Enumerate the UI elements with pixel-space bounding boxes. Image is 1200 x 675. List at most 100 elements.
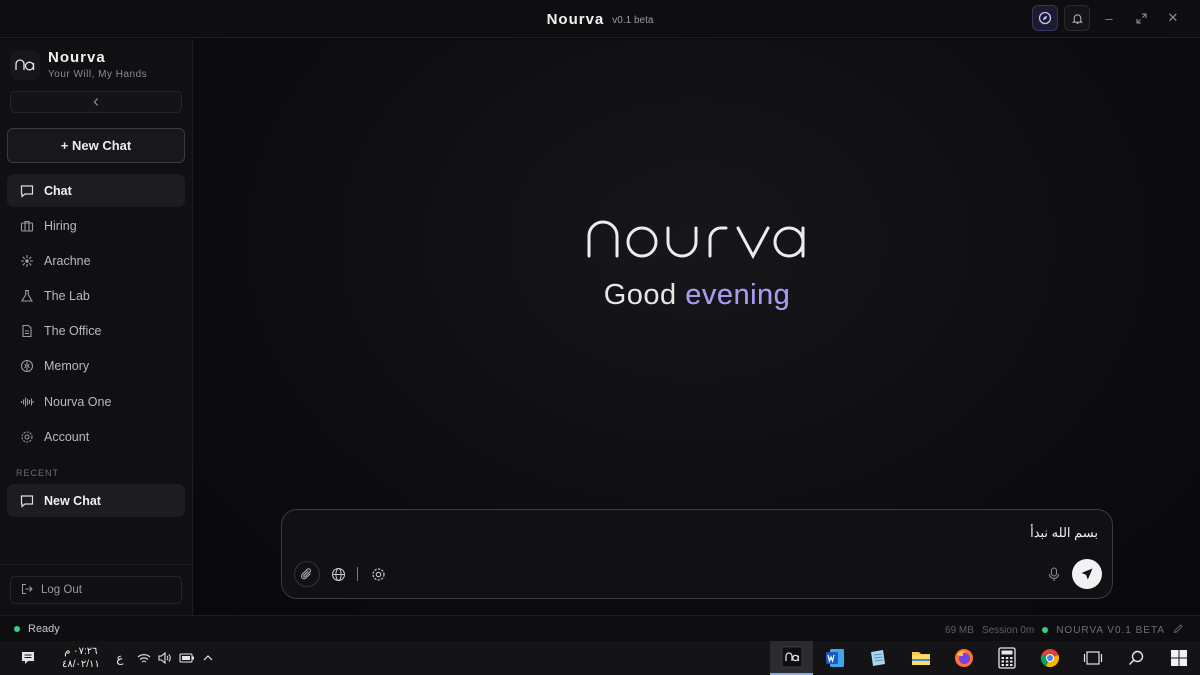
compass-button[interactable] (1032, 5, 1058, 31)
chat-icon (19, 493, 34, 508)
title-bar: Nourva v0.1 beta – ✕ (0, 0, 1200, 38)
word-icon[interactable] (813, 641, 856, 675)
brand-logo-icon (10, 49, 40, 80)
connection-indicator (1042, 627, 1049, 633)
maximize-button[interactable] (1128, 5, 1154, 31)
sidebar-item-hiring[interactable]: Hiring (7, 209, 185, 242)
file-explorer-icon[interactable] (899, 641, 942, 675)
greeting-text: Good evening (194, 279, 1200, 312)
sidebar-item-label: Memory (44, 359, 90, 374)
compass-icon (1038, 11, 1052, 25)
nourva-app-icon[interactable] (770, 641, 813, 675)
sidebar-item-the-lab[interactable]: The Lab (7, 280, 185, 313)
close-button[interactable]: ✕ (1160, 5, 1186, 31)
status-text: Ready (28, 623, 60, 635)
chevron-up-icon[interactable] (198, 641, 218, 675)
sidebar: Nourva Your Will, My Hands + New Chat Ch… (0, 39, 193, 615)
taskbar-apps (770, 641, 1200, 675)
chrome-icon[interactable] (1028, 641, 1071, 675)
briefcase-icon (19, 218, 34, 233)
clock-time: ٠٧:٢٦ م (64, 646, 98, 657)
notepad-icon[interactable] (856, 641, 899, 675)
sidebar-item-account[interactable]: Account (7, 420, 185, 453)
product-version: NOURVA V0.1 BETA (1056, 624, 1165, 636)
new-chat-button[interactable]: + New Chat (7, 128, 185, 163)
notification-center-icon (22, 652, 34, 664)
task-view-icon[interactable] (1071, 641, 1114, 675)
action-center-button[interactable] (0, 641, 56, 675)
nourva-wordmark-logo (586, 219, 808, 264)
edit-icon[interactable] (1173, 623, 1184, 637)
greeting-prefix: Good (603, 279, 686, 311)
battery-icon[interactable] (176, 641, 198, 675)
app-version: v0.1 beta (612, 14, 654, 26)
sidebar-item-label: Hiring (44, 218, 77, 233)
notifications-button[interactable] (1064, 5, 1090, 31)
chat-icon (19, 183, 34, 198)
web-icon (19, 253, 34, 268)
sidebar-item-arachne[interactable]: Arachne (7, 244, 185, 277)
calculator-icon[interactable] (985, 641, 1028, 675)
recent-chat-label: New Chat (44, 493, 101, 508)
document-icon (19, 324, 34, 339)
send-button[interactable] (1072, 559, 1102, 589)
recent-chat-item[interactable]: New Chat (7, 484, 185, 517)
memory-usage: 69 MB (945, 624, 974, 636)
logout-icon (21, 583, 33, 598)
maximize-icon (1135, 12, 1147, 24)
brand: Nourva Your Will, My Hands (10, 49, 147, 80)
attach-button[interactable] (294, 561, 320, 587)
status-bar: Ready 69 MB Session 0m NOURVA V0.1 BETA (0, 615, 1200, 641)
session-time: Session 0m (981, 624, 1035, 636)
sidebar-item-label: Chat (44, 183, 72, 198)
microphone-icon (1048, 566, 1060, 581)
brand-name: Nourva (48, 49, 106, 66)
wifi-icon[interactable] (134, 641, 154, 675)
system-clock[interactable]: ٠٧:٢٦ م ٤٨/٠٢/١١ (56, 641, 106, 675)
os-taskbar: ٠٧:٢٦ م ٤٨/٠٢/١١ ع (0, 641, 1200, 675)
sidebar-item-label: The Office (44, 324, 102, 339)
sidebar-divider (0, 564, 193, 565)
sidebar-item-the-office[interactable]: The Office (7, 315, 185, 348)
windows-start-icon[interactable] (1157, 641, 1200, 675)
message-composer[interactable]: بسم الله نبدأ (281, 509, 1113, 599)
sidebar-nav: Chat Hiring Arachne The Lab The Office M… (7, 174, 185, 456)
firefox-icon[interactable] (942, 641, 985, 675)
brain-icon (19, 359, 34, 374)
sidebar-item-chat[interactable]: Chat (7, 174, 185, 207)
collapse-sidebar-button[interactable] (10, 91, 182, 113)
waveform-icon (19, 394, 34, 409)
clock-date: ٤٨/٠٢/١١ (62, 659, 100, 670)
web-search-button[interactable] (326, 562, 350, 586)
sidebar-item-label: Nourva One (44, 394, 112, 409)
chevron-left-icon (93, 98, 98, 106)
sidebar-item-label: Account (44, 429, 90, 444)
minimize-icon: – (1105, 10, 1113, 26)
message-input[interactable]: بسم الله نبدأ (1030, 525, 1098, 541)
search-icon[interactable] (1114, 641, 1157, 675)
volume-icon[interactable] (154, 641, 176, 675)
globe-icon (331, 567, 345, 581)
logout-button[interactable]: Log Out (10, 576, 182, 604)
bell-icon (1071, 13, 1083, 24)
app-title: Nourva (546, 10, 605, 28)
voice-input-button[interactable] (1042, 562, 1066, 586)
status-indicator (14, 626, 20, 632)
toolbar-separator (357, 567, 358, 581)
minimize-button[interactable]: – (1096, 5, 1122, 31)
input-language[interactable]: ع (106, 641, 134, 675)
gear-icon (19, 429, 34, 444)
flask-icon (19, 289, 34, 304)
recent-section-label: RECENT (16, 468, 60, 478)
sidebar-item-nourva-one[interactable]: Nourva One (7, 385, 185, 418)
sidebar-item-label: The Lab (44, 289, 90, 304)
send-icon (1081, 568, 1093, 580)
sidebar-item-label: Arachne (44, 253, 91, 268)
sidebar-item-memory[interactable]: Memory (7, 350, 185, 383)
paperclip-icon (301, 568, 311, 580)
logout-label: Log Out (41, 584, 82, 596)
close-icon: ✕ (1167, 10, 1179, 25)
greeting-highlight: evening (685, 279, 791, 311)
gear-icon (371, 567, 385, 581)
settings-button[interactable] (366, 562, 390, 586)
